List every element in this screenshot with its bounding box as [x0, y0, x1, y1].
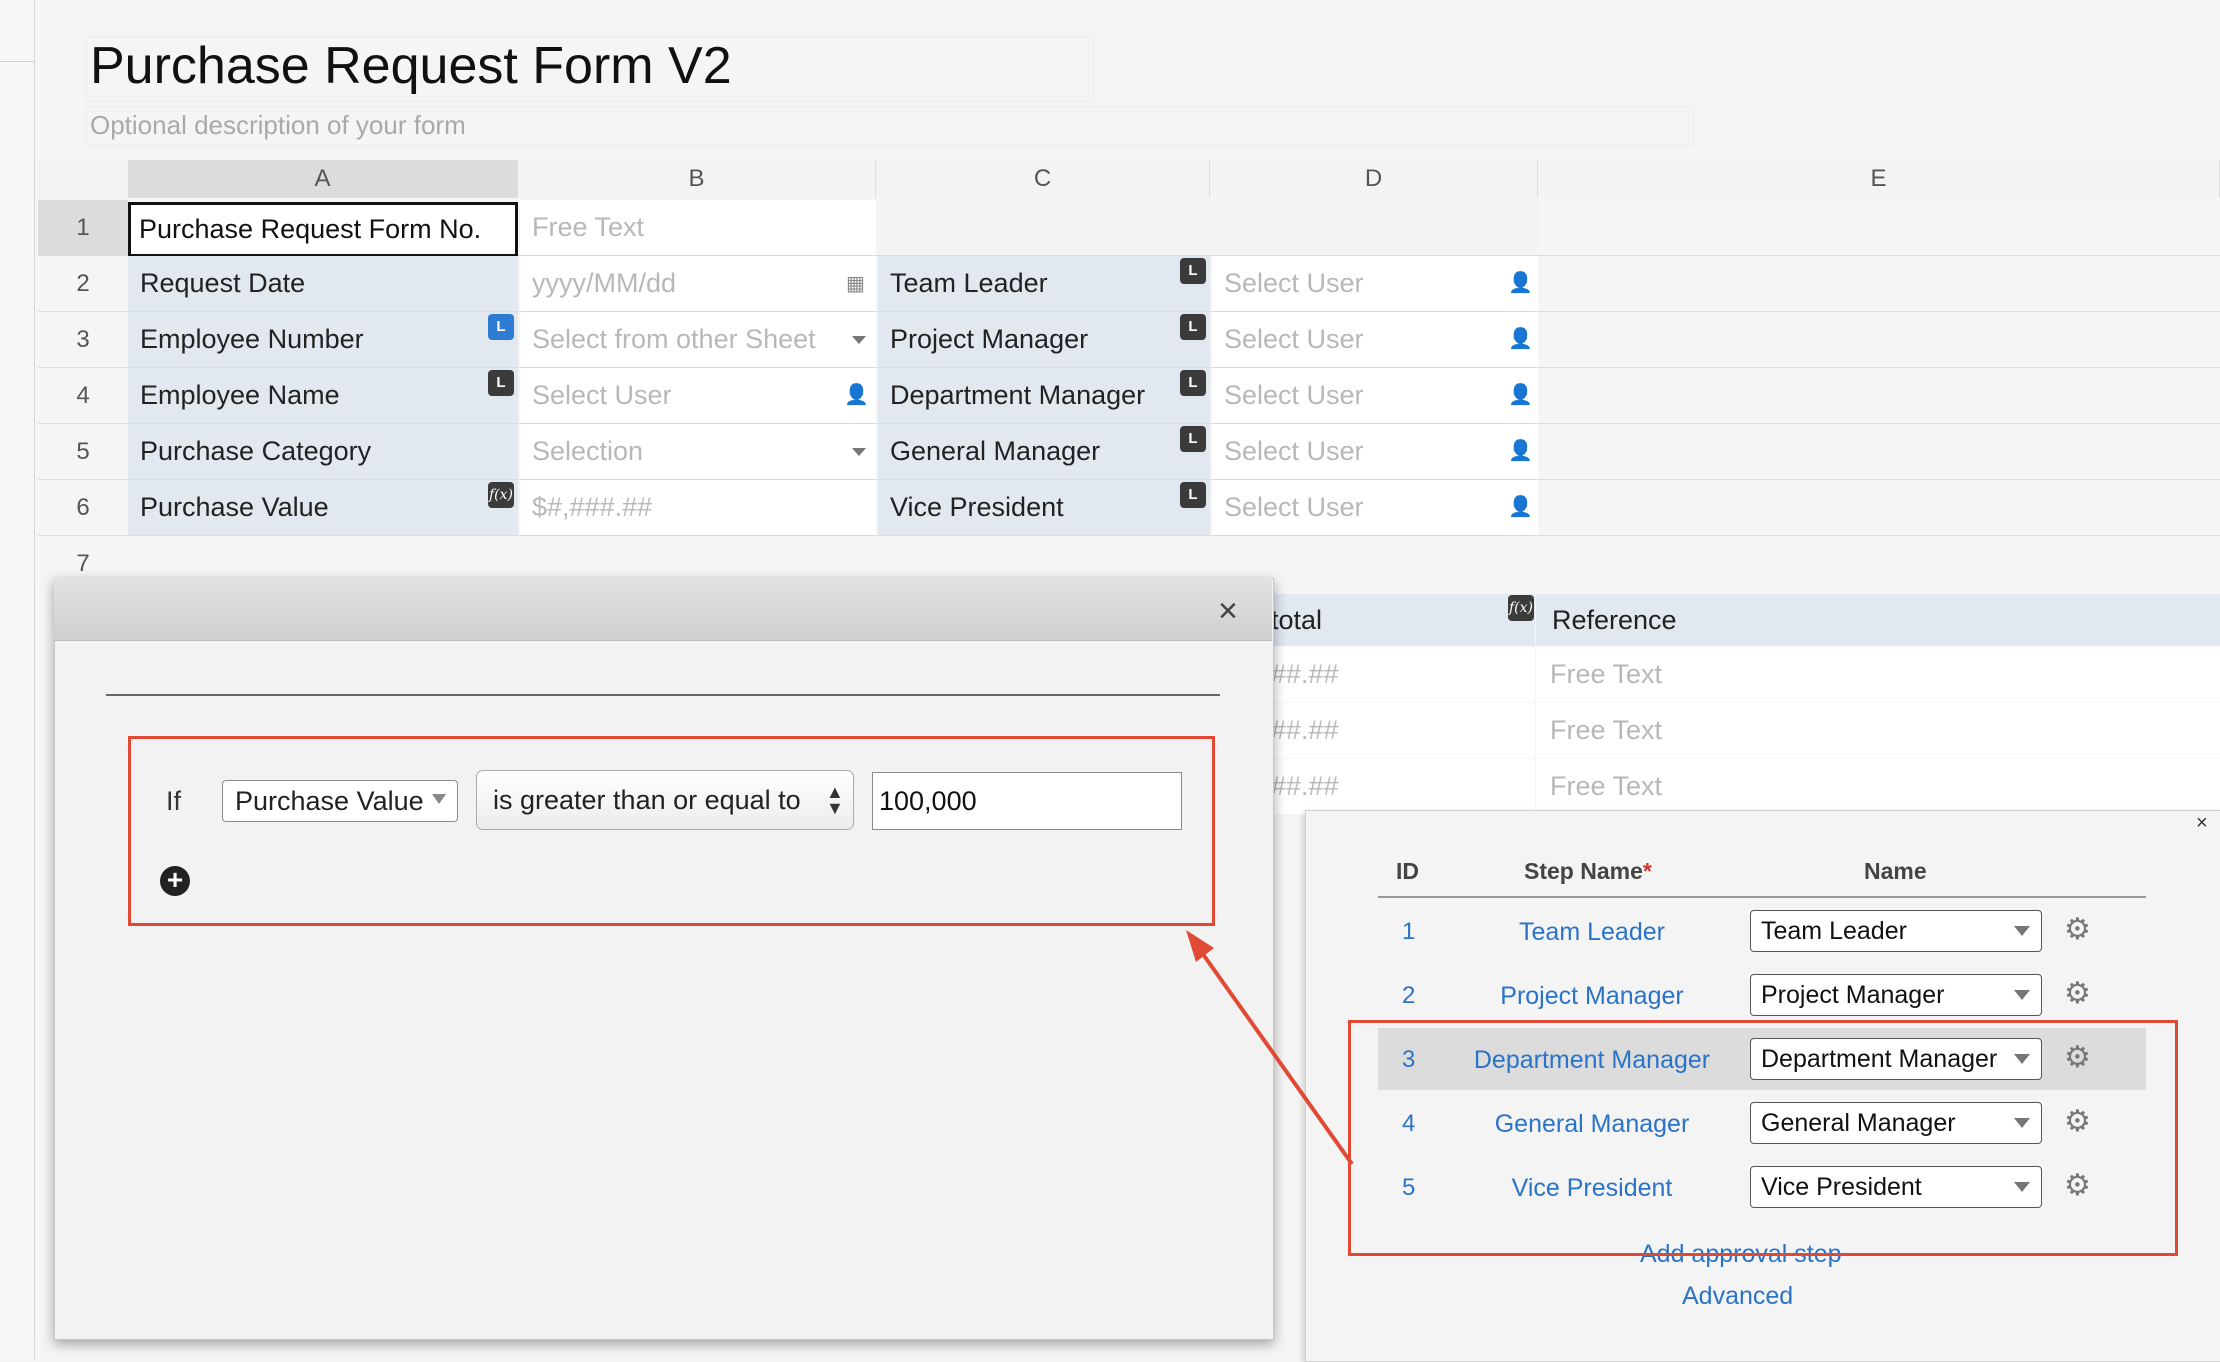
cell-c5-general-manager[interactable]: General Manager: [878, 424, 1210, 479]
highlight-box-condition: [128, 736, 1215, 926]
chevron-down-icon[interactable]: [2014, 990, 2030, 1000]
close-icon[interactable]: ×: [1218, 592, 1238, 631]
cell-b3-sheet-select[interactable]: Select from other Sheet: [520, 312, 876, 367]
cell-a6-purchase-value[interactable]: Purchase Value: [128, 480, 518, 535]
user-icon: 👤: [1508, 440, 1533, 462]
close-icon[interactable]: ×: [2196, 812, 2208, 835]
link-badge: L: [1180, 314, 1206, 340]
chevron-down-icon[interactable]: [852, 448, 866, 456]
approver-select[interactable]: Project Manager: [1750, 974, 2042, 1016]
user-icon: 👤: [1508, 496, 1533, 518]
link-badge: L: [488, 370, 514, 396]
subtable-cell-total[interactable]: ##.##: [1265, 647, 1535, 702]
column-header-c[interactable]: C: [876, 160, 1210, 198]
grid-line: [38, 535, 2220, 536]
divider: [0, 61, 34, 62]
cell-a3-employee-number[interactable]: Employee Number: [128, 312, 518, 367]
column-header-b[interactable]: B: [518, 160, 876, 198]
link-badge: L: [1180, 426, 1206, 452]
cell-b4-select-user[interactable]: Select User: [520, 368, 876, 423]
user-icon: 👤: [1508, 328, 1533, 350]
highlight-box-steps: [1348, 1020, 2178, 1256]
column-header-e[interactable]: E: [1538, 160, 2220, 198]
chevron-down-icon[interactable]: [852, 336, 866, 344]
row-number[interactable]: 3: [38, 312, 128, 368]
step-id: 2: [1402, 982, 1416, 1009]
divider: [1378, 896, 2146, 898]
step-name-link[interactable]: Team Leader: [1442, 918, 1742, 947]
row-number[interactable]: 6: [38, 480, 128, 536]
cell-d1[interactable]: [1212, 200, 1538, 255]
subtable-cell-reference[interactable]: Free Text: [1536, 703, 2220, 758]
user-icon: 👤: [1508, 272, 1533, 294]
row-number[interactable]: 2: [38, 256, 128, 312]
row-number[interactable]: 1: [38, 200, 128, 256]
cell-b5-selection[interactable]: Selection: [520, 424, 876, 479]
cell-c6-vice-president[interactable]: Vice President: [878, 480, 1210, 535]
cell-c4-department-manager[interactable]: Department Manager: [878, 368, 1210, 423]
row-number[interactable]: 4: [38, 368, 128, 424]
subtable-cell-total[interactable]: ##.##: [1265, 759, 1535, 814]
cell-d4-select-user[interactable]: Select User: [1212, 368, 1538, 423]
cell-c2-team-leader[interactable]: Team Leader: [878, 256, 1210, 311]
column-header-d[interactable]: D: [1210, 160, 1538, 198]
column-header-id: ID: [1396, 858, 1419, 884]
step-id: 1: [1402, 918, 1416, 945]
gear-icon[interactable]: ⚙: [2064, 912, 2091, 947]
cell-a4-employee-name[interactable]: Employee Name: [128, 368, 518, 423]
cell-b6-currency[interactable]: $#,###.##: [520, 480, 876, 535]
subtable-cell-total[interactable]: ##.##: [1265, 703, 1535, 758]
grid-corner: [38, 160, 128, 198]
condition-dialog: [54, 578, 1274, 1340]
link-badge: L: [488, 314, 514, 340]
cell-b1-free-text[interactable]: Free Text: [520, 200, 876, 255]
approver-select[interactable]: Team Leader: [1750, 910, 2042, 952]
subtable-cell-reference[interactable]: Free Text: [1536, 759, 2220, 814]
formula-badge: f(x): [1508, 595, 1534, 621]
cell-d5-select-user[interactable]: Select User: [1212, 424, 1538, 479]
row-number[interactable]: 5: [38, 424, 128, 480]
cell-d3-select-user[interactable]: Select User: [1212, 312, 1538, 367]
user-icon: 👤: [844, 384, 869, 406]
user-icon: 👤: [1508, 384, 1533, 406]
form-description[interactable]: Optional description of your form: [90, 110, 466, 141]
link-badge: L: [1180, 258, 1206, 284]
step-name-link[interactable]: Project Manager: [1442, 982, 1742, 1011]
link-badge: L: [1180, 482, 1206, 508]
dialog-header: [54, 578, 1272, 641]
subtable-header-total[interactable]: total: [1265, 594, 1535, 646]
cell-b2-date-input[interactable]: yyyy/MM/dd: [520, 256, 876, 311]
subtable-header-reference[interactable]: Reference: [1536, 594, 2220, 646]
cell-c3-project-manager[interactable]: Project Manager: [878, 312, 1210, 367]
cell-c1[interactable]: [878, 200, 1210, 255]
advanced-link[interactable]: Advanced: [1682, 1282, 1793, 1311]
column-header-step-name: Step Name*: [1524, 858, 1652, 884]
subtable-cell-reference[interactable]: Free Text: [1536, 647, 2220, 702]
gear-icon[interactable]: ⚙: [2064, 976, 2091, 1011]
calendar-icon: ▦: [846, 273, 865, 295]
chevron-down-icon[interactable]: [2014, 926, 2030, 936]
required-mark: *: [1642, 858, 1652, 884]
cell-a2-request-date[interactable]: Request Date: [128, 256, 518, 311]
left-panel-edge: [0, 0, 35, 1360]
cell-d2-select-user[interactable]: Select User: [1212, 256, 1538, 311]
formula-badge: f(x): [488, 482, 514, 508]
cell-d6-select-user[interactable]: Select User: [1212, 480, 1538, 535]
cell-a5-purchase-category[interactable]: Purchase Category: [128, 424, 518, 479]
cell-a1-selected[interactable]: Purchase Request Form No.: [128, 202, 518, 257]
column-header-a[interactable]: A: [128, 160, 518, 198]
link-badge: L: [1180, 370, 1206, 396]
form-title[interactable]: Purchase Request Form V2: [90, 36, 732, 96]
column-header-name: Name: [1864, 858, 1927, 884]
divider: [106, 694, 1220, 696]
